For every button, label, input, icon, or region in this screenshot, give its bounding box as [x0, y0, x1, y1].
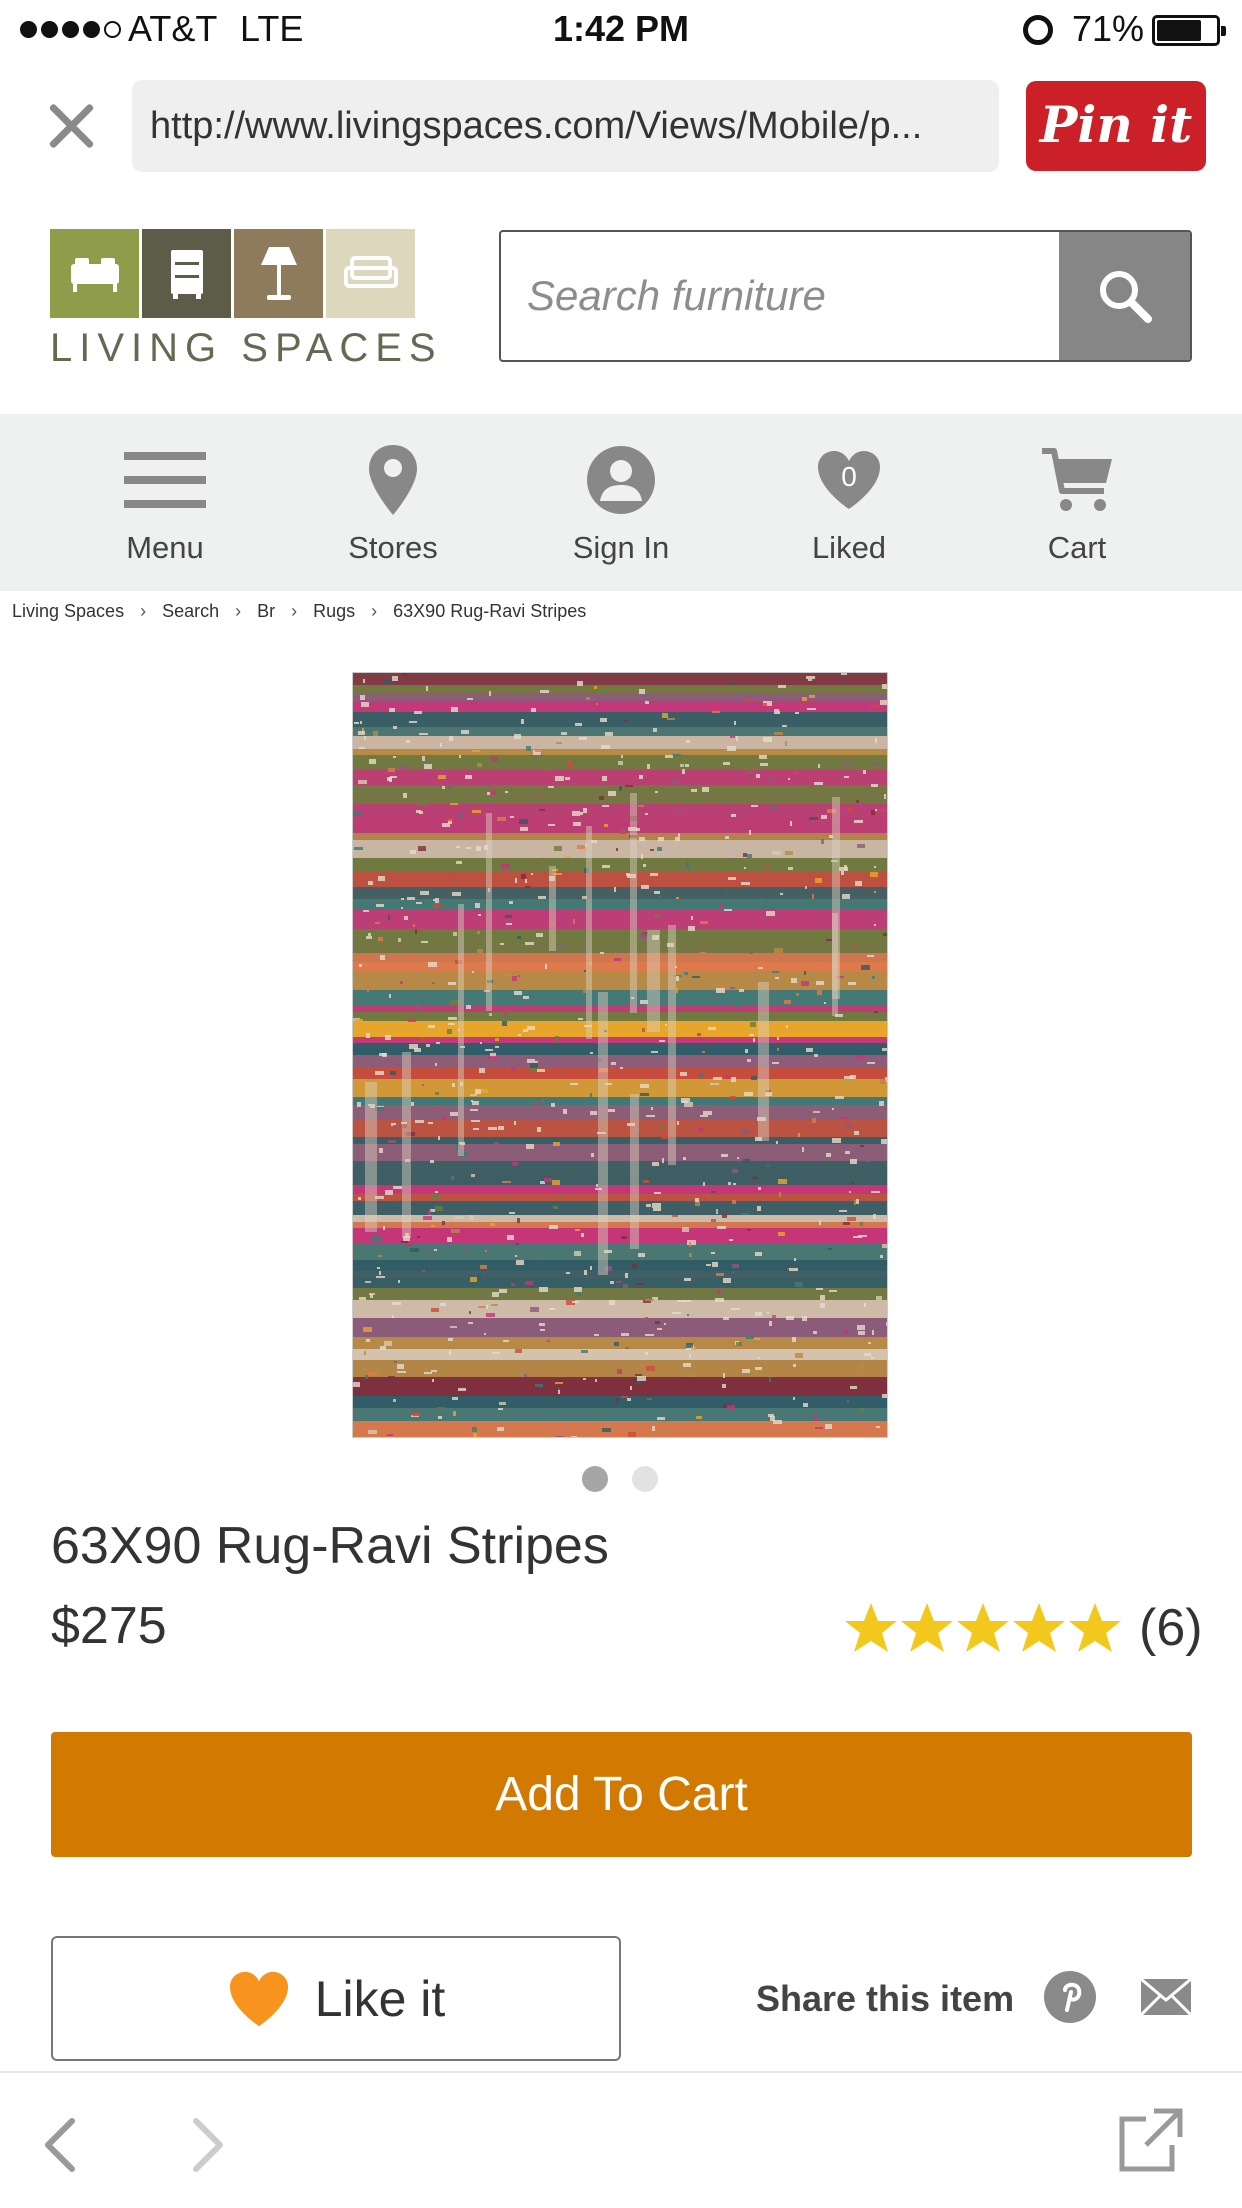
- star-icon: [957, 1603, 1009, 1652]
- carousel-dot[interactable]: [632, 1466, 658, 1492]
- product-rating[interactable]: (6): [843, 1598, 1203, 1658]
- rating-stars: [843, 1601, 1123, 1655]
- nav-cart[interactable]: Cart: [977, 414, 1177, 591]
- mail-icon[interactable]: [1140, 1978, 1192, 2016]
- dresser-icon: [142, 229, 231, 318]
- search-input[interactable]: [501, 232, 1061, 360]
- user-icon: [587, 446, 655, 514]
- nav-label: Menu: [126, 530, 204, 565]
- nav-label: Cart: [1047, 530, 1107, 565]
- lamp-icon: [234, 229, 323, 318]
- product-image[interactable]: [352, 672, 888, 1438]
- nav-sign-in[interactable]: Sign In: [521, 414, 721, 591]
- breadcrumb-item[interactable]: Rugs: [313, 601, 355, 622]
- search-button[interactable]: [1059, 232, 1190, 360]
- sofa-icon: [326, 229, 415, 318]
- product-title: 63X90 Rug-Ravi Stripes: [51, 1517, 609, 1575]
- nav-label: Sign In: [572, 530, 670, 565]
- main-nav: Menu Stores Sign In 0 Liked Cart: [0, 414, 1242, 591]
- battery-percent: 71%: [1072, 8, 1145, 49]
- bed-icon: [50, 229, 139, 318]
- battery-icon: [1152, 15, 1226, 46]
- close-icon[interactable]: [46, 100, 96, 150]
- like-label: Like it: [314, 1970, 446, 2027]
- star-icon: [1069, 1603, 1121, 1652]
- pin-it-button[interactable]: Pin it: [1026, 81, 1206, 171]
- product-price: $275: [51, 1597, 167, 1655]
- nav-label: Liked: [811, 530, 887, 565]
- forward-icon[interactable]: [188, 2115, 228, 2175]
- breadcrumb-item[interactable]: Living Spaces: [12, 601, 124, 622]
- back-icon[interactable]: [40, 2115, 80, 2175]
- nav-menu[interactable]: Menu: [65, 414, 265, 591]
- nav-liked[interactable]: 0 Liked: [749, 414, 949, 591]
- breadcrumb-current: 63X90 Rug-Ravi Stripes: [393, 601, 587, 621]
- status-time: 1:42 PM: [552, 8, 690, 49]
- url-field[interactable]: http://www.livingspaces.com/Views/Mobile…: [132, 80, 999, 172]
- search-box: [499, 230, 1192, 362]
- browser-toolbar: [0, 2071, 1242, 2208]
- menu-icon: [124, 452, 206, 508]
- search-icon: [1099, 271, 1152, 323]
- pinterest-icon[interactable]: [1043, 1970, 1097, 2024]
- logo-wordmark: LIVING SPACES: [50, 326, 443, 370]
- cart-icon: [1042, 448, 1112, 511]
- heart-icon: [229, 1971, 288, 2026]
- image-carousel-dots: [582, 1466, 658, 1492]
- nav-stores[interactable]: Stores: [293, 414, 493, 591]
- liked-count-badge: 0: [841, 461, 857, 492]
- add-to-cart-button[interactable]: Add To Cart: [51, 1732, 1192, 1857]
- like-it-button[interactable]: Like it: [51, 1936, 621, 2061]
- breadcrumb: Living Spaces › Search › Br › Rugs › 63X90 R…: [12, 601, 587, 622]
- star-icon: [901, 1603, 953, 1652]
- status-bar: AT&T LTE 1:42 PM 71%: [0, 0, 1242, 60]
- heart-icon: 0: [816, 449, 882, 511]
- open-in-browser-icon[interactable]: [1118, 2107, 1184, 2173]
- star-icon: [1013, 1603, 1065, 1652]
- star-icon: [845, 1603, 897, 1652]
- review-count: (6): [1139, 1599, 1203, 1657]
- alarm-icon: [1023, 15, 1053, 45]
- breadcrumb-item[interactable]: Br: [257, 601, 275, 622]
- map-pin-icon: [369, 445, 417, 515]
- nav-label: Stores: [348, 530, 438, 565]
- share-label: Share this item: [756, 1978, 1015, 2019]
- living-spaces-logo[interactable]: LIVING SPACES: [50, 229, 436, 370]
- breadcrumb-item[interactable]: Search: [162, 601, 219, 622]
- carousel-dot[interactable]: [582, 1466, 608, 1492]
